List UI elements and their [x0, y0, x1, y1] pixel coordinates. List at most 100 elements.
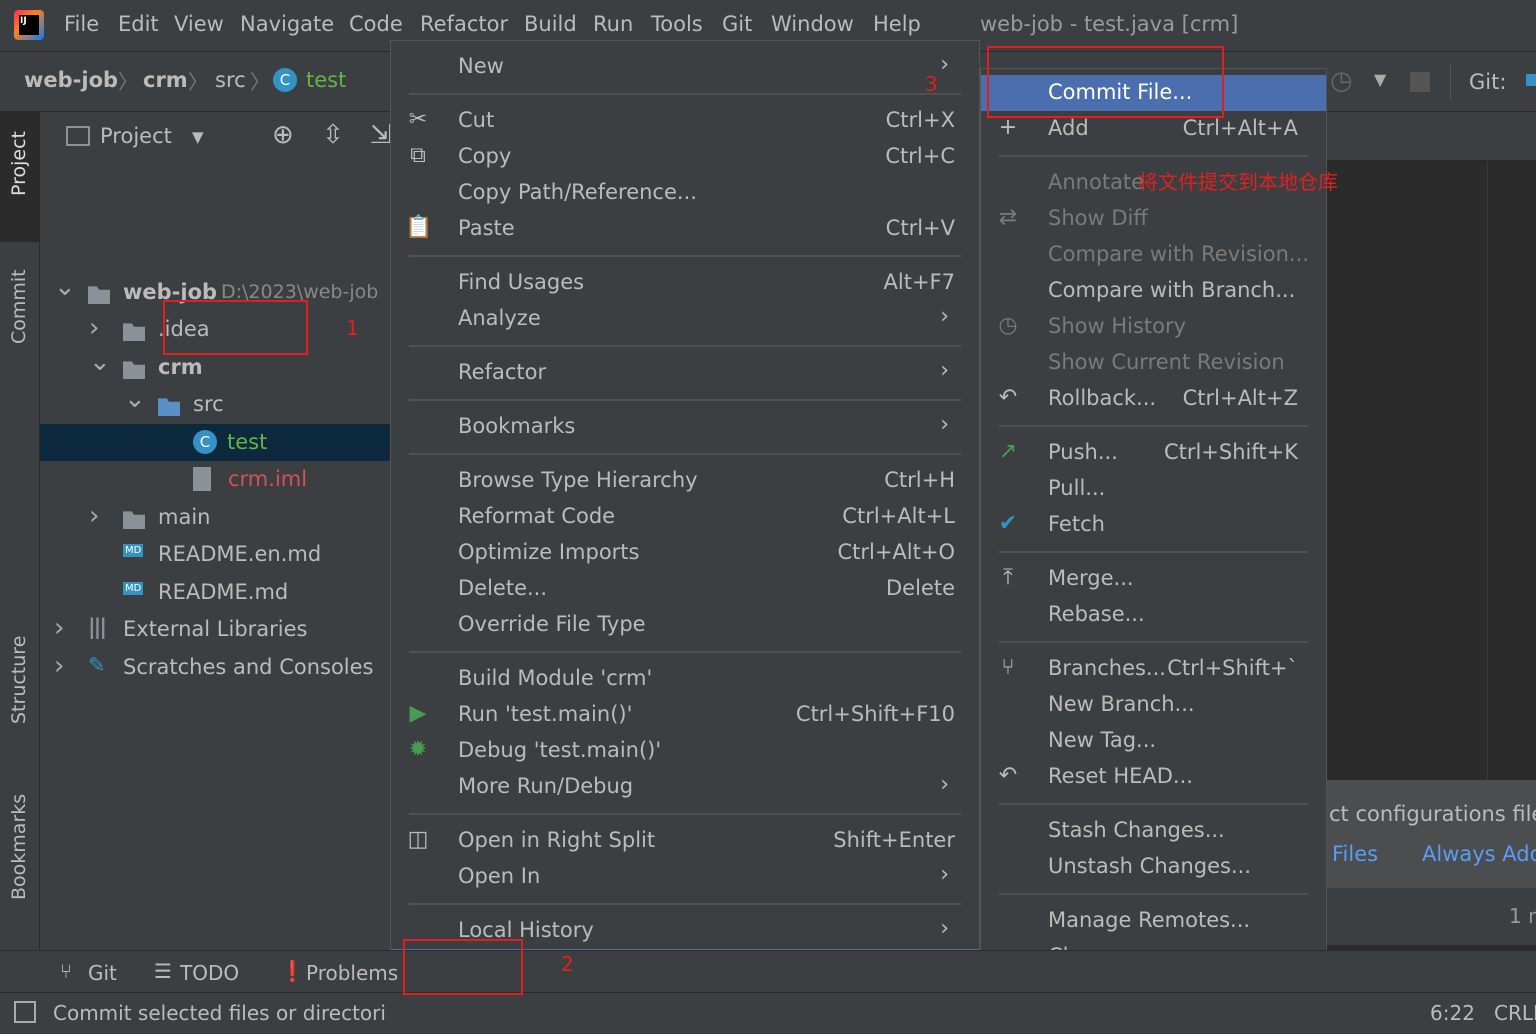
menu-item-cut[interactable]: ✂ Cut Ctrl+X [391, 103, 979, 139]
menu-tools[interactable]: Tools [651, 12, 703, 36]
run-with-coverage-icon[interactable]: ◷ [1330, 66, 1353, 96]
left-tool-stripe: Project Commit Structure Bookmarks [0, 112, 40, 950]
menu-item-new[interactable]: New › [391, 49, 979, 85]
dropdown-icon[interactable]: ▼ [192, 128, 204, 146]
expand-arrow-icon[interactable]: ⌄ [124, 384, 146, 414]
toggle-tool-windows-icon[interactable] [14, 1001, 36, 1023]
bookmarks-tool-label[interactable]: Bookmarks [8, 794, 30, 900]
menu-item-build-module-crm[interactable]: Build Module 'crm' [391, 661, 979, 697]
menu-item-new-branch[interactable]: New Branch... [981, 687, 1326, 723]
menu-item-delete[interactable]: Delete... Delete [391, 571, 979, 607]
menu-item-open-in-right-split[interactable]: ◫ Open in Right Split Shift+Enter [391, 823, 979, 859]
menu-git[interactable]: Git [722, 12, 752, 36]
breadcrumb-crm[interactable]: crm [143, 68, 188, 92]
collapse-arrow-icon[interactable]: › [54, 613, 64, 643]
menu-item-reset-head[interactable]: ↶ Reset HEAD... [981, 759, 1326, 795]
menu-item-label: Pull... [1048, 476, 1106, 500]
menu-item-refactor[interactable]: Refactor › [391, 355, 979, 391]
menu-item-override-file-type[interactable]: Override File Type [391, 607, 979, 643]
menu-item-pull[interactable]: Pull... [981, 471, 1326, 507]
breadcrumb-test[interactable]: test [306, 68, 346, 92]
menu-item-compare-with-branch[interactable]: Compare with Branch... [981, 273, 1326, 309]
menu-item-reformat-code[interactable]: Reformat Code Ctrl+Alt+L [391, 499, 979, 535]
menu-item-copy[interactable]: ⧉ Copy Ctrl+C [391, 139, 979, 175]
git-tool-tab[interactable]: Git [88, 961, 117, 985]
annotation-number-1: 1 [346, 316, 359, 340]
menu-item-label: Add [1048, 116, 1089, 140]
menu-item-bookmarks[interactable]: Bookmarks › [391, 409, 979, 445]
breadcrumb-web-job[interactable]: web-job [24, 68, 118, 92]
todo-tool-tab[interactable]: TODO [180, 961, 239, 985]
menu-item-open-in[interactable]: Open In › [391, 859, 979, 895]
menu-item-rebase[interactable]: Rebase... [981, 597, 1326, 633]
menu-item-run-test-main[interactable]: ▶ Run 'test.main()' Ctrl+Shift+F10 [391, 697, 979, 733]
menu-separator [409, 651, 961, 653]
expand-arrow-icon[interactable]: ⌄ [89, 347, 111, 377]
menu-window[interactable]: Window [771, 12, 854, 36]
menu-help[interactable]: Help [873, 12, 921, 36]
collapse-all-icon[interactable]: ⇲ [370, 120, 392, 150]
locate-icon[interactable]: ⊕ [272, 120, 294, 150]
breadcrumb-src[interactable]: src [215, 68, 246, 92]
project-panel-title[interactable]: Project [100, 124, 172, 148]
collapse-arrow-icon[interactable]: › [89, 313, 99, 343]
collapse-arrow-icon[interactable]: › [89, 501, 99, 531]
menu-item-merge[interactable]: ⤒ Merge... [981, 561, 1326, 597]
menu-item-find-usages[interactable]: Find Usages Alt+F7 [391, 265, 979, 301]
tree-item-readme-md[interactable]: MD README.md [40, 574, 390, 611]
commit-tool-label[interactable]: Commit [8, 269, 30, 344]
menu-code[interactable]: Code [349, 12, 403, 36]
menu-item-manage-remotes[interactable]: Manage Remotes... [981, 903, 1326, 939]
menu-build[interactable]: Build [524, 12, 577, 36]
tree-item-scratches-and-consoles[interactable]: › ✎ Scratches and Consoles [40, 649, 390, 686]
menu-item-label: Reformat Code [458, 504, 616, 528]
view-files-link[interactable]: Files [1332, 842, 1378, 866]
menu-refactor[interactable]: Refactor [420, 12, 508, 36]
menu-navigate[interactable]: Navigate [240, 12, 334, 36]
dropdown-icon[interactable]: ▼ [1374, 70, 1386, 89]
line-separator[interactable]: CRLF [1494, 1001, 1536, 1025]
menu-run[interactable]: Run [593, 12, 633, 36]
always-add-link[interactable]: Always Add [1422, 842, 1536, 866]
menu-item-fetch[interactable]: ✔ Fetch [981, 507, 1326, 543]
problems-tool-tab[interactable]: Problems [306, 961, 398, 985]
tree-item-label: main [158, 505, 211, 529]
menu-separator [999, 803, 1308, 805]
menu-item-shortcut: Ctrl+X [885, 108, 955, 132]
menu-item-analyze[interactable]: Analyze › [391, 301, 979, 337]
menu-item-stash-changes[interactable]: Stash Changes... [981, 813, 1326, 849]
git-update-icon[interactable] [1526, 74, 1536, 86]
tree-item-test[interactable]: Ctest [40, 424, 390, 461]
menu-item-label: Reset HEAD... [1048, 764, 1193, 788]
menu-item-more-run-debug[interactable]: More Run/Debug › [391, 769, 979, 805]
tree-item-readme-en-md[interactable]: MD README.en.md [40, 536, 390, 573]
tree-item-crm-iml[interactable]: crm.iml [40, 461, 390, 498]
stop-icon[interactable] [1410, 72, 1430, 92]
expand-all-icon[interactable]: ⇳ [322, 120, 344, 150]
menu-item-label: New Tag... [1048, 728, 1157, 752]
cut-icon: ✂ [408, 107, 428, 132]
menu-item-copy-path-reference[interactable]: Copy Path/Reference... [391, 175, 979, 211]
menu-item-debug-test-main[interactable]: ✹ Debug 'test.main()' [391, 733, 979, 769]
caret-position[interactable]: 6:22 [1430, 1001, 1475, 1025]
menu-item-rollback[interactable]: ↶ Rollback... Ctrl+Alt+Z [981, 381, 1326, 417]
structure-tool-label[interactable]: Structure [8, 636, 30, 724]
menu-item-unstash-changes[interactable]: Unstash Changes... [981, 849, 1326, 885]
menu-view[interactable]: View [174, 12, 224, 36]
project-tool-label[interactable]: Project [8, 131, 30, 196]
menu-item-push[interactable]: ↗ Push... Ctrl+Shift+K [981, 435, 1326, 471]
tree-item-src[interactable]: ⌄ src [40, 384, 390, 423]
menu-item-paste[interactable]: 📋 Paste Ctrl+V [391, 211, 979, 247]
tree-item-main[interactable]: › main [40, 499, 390, 536]
collapse-arrow-icon[interactable]: › [54, 651, 64, 681]
menu-item-label: Push... [1048, 440, 1118, 464]
tree-item-external-libraries[interactable]: › ||| External Libraries [40, 611, 390, 648]
menu-item-new-tag[interactable]: New Tag... [981, 723, 1326, 759]
expand-arrow-icon[interactable]: ⌄ [54, 272, 76, 302]
menu-item-browse-type-hierarchy[interactable]: Browse Type Hierarchy Ctrl+H [391, 463, 979, 499]
menu-item-branches[interactable]: ⑂ Branches... Ctrl+Shift+` [981, 651, 1326, 687]
menu-item-optimize-imports[interactable]: Optimize Imports Ctrl+Alt+O [391, 535, 979, 571]
submenu-arrow-icon: › [940, 304, 949, 329]
menu-file[interactable]: File [64, 12, 99, 36]
menu-edit[interactable]: Edit [118, 12, 159, 36]
